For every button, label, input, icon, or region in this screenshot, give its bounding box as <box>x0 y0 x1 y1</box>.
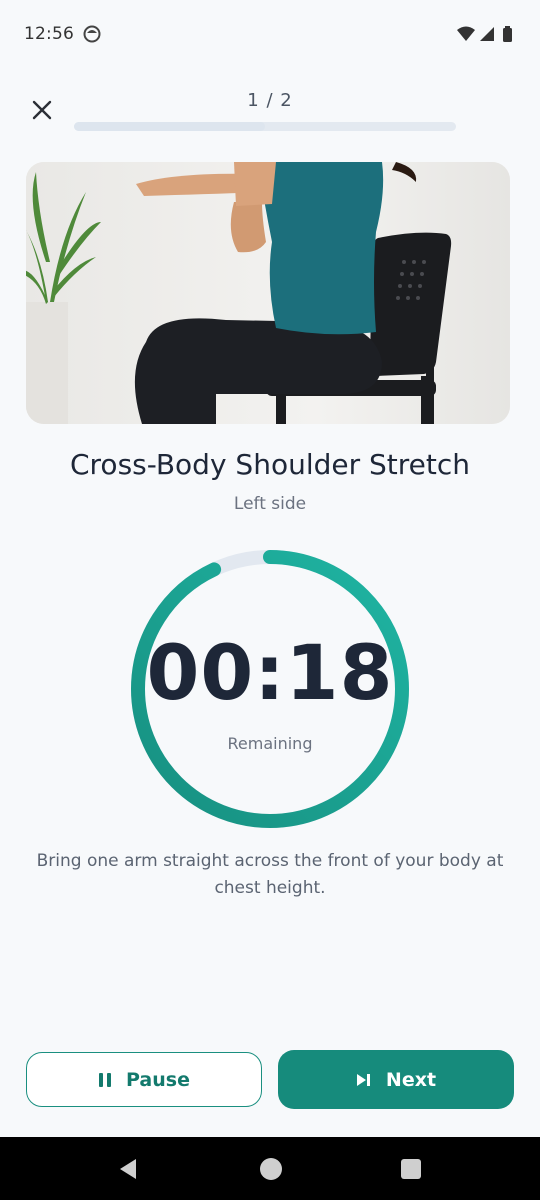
exercise-title: Cross-Body Shoulder Stretch <box>69 448 471 481</box>
cell-signal-icon <box>480 27 494 41</box>
back-icon[interactable] <box>116 1157 140 1181</box>
step-counter: 1 / 2 <box>247 90 293 111</box>
timer-value: 00:18 <box>146 628 394 717</box>
status-time: 12:56 <box>24 24 74 44</box>
pause-icon <box>99 1072 112 1087</box>
countdown-timer: 00:18 Remaining <box>129 548 411 830</box>
exercise-side: Left side <box>233 494 307 514</box>
system-navigation-bar <box>0 1137 540 1200</box>
status-bar: 12:56 <box>0 0 540 70</box>
home-icon[interactable] <box>259 1157 283 1181</box>
next-label: Next <box>385 1068 437 1091</box>
notification-face-icon <box>83 25 101 43</box>
wifi-icon <box>457 26 475 41</box>
session-progress-bar <box>74 122 456 131</box>
pause-label: Pause <box>126 1068 190 1091</box>
pause-button[interactable]: Pause <box>26 1052 262 1107</box>
timer-label: Remaining <box>227 734 313 753</box>
recents-icon[interactable] <box>400 1158 422 1180</box>
exercise-image <box>26 162 510 424</box>
session-progress-fill <box>74 122 265 131</box>
battery-icon <box>503 26 512 42</box>
exercise-instruction: Bring one arm straight across the front … <box>36 851 504 898</box>
next-button[interactable]: Next <box>278 1050 514 1109</box>
status-icons <box>456 24 518 44</box>
skip-next-icon <box>356 1073 370 1086</box>
